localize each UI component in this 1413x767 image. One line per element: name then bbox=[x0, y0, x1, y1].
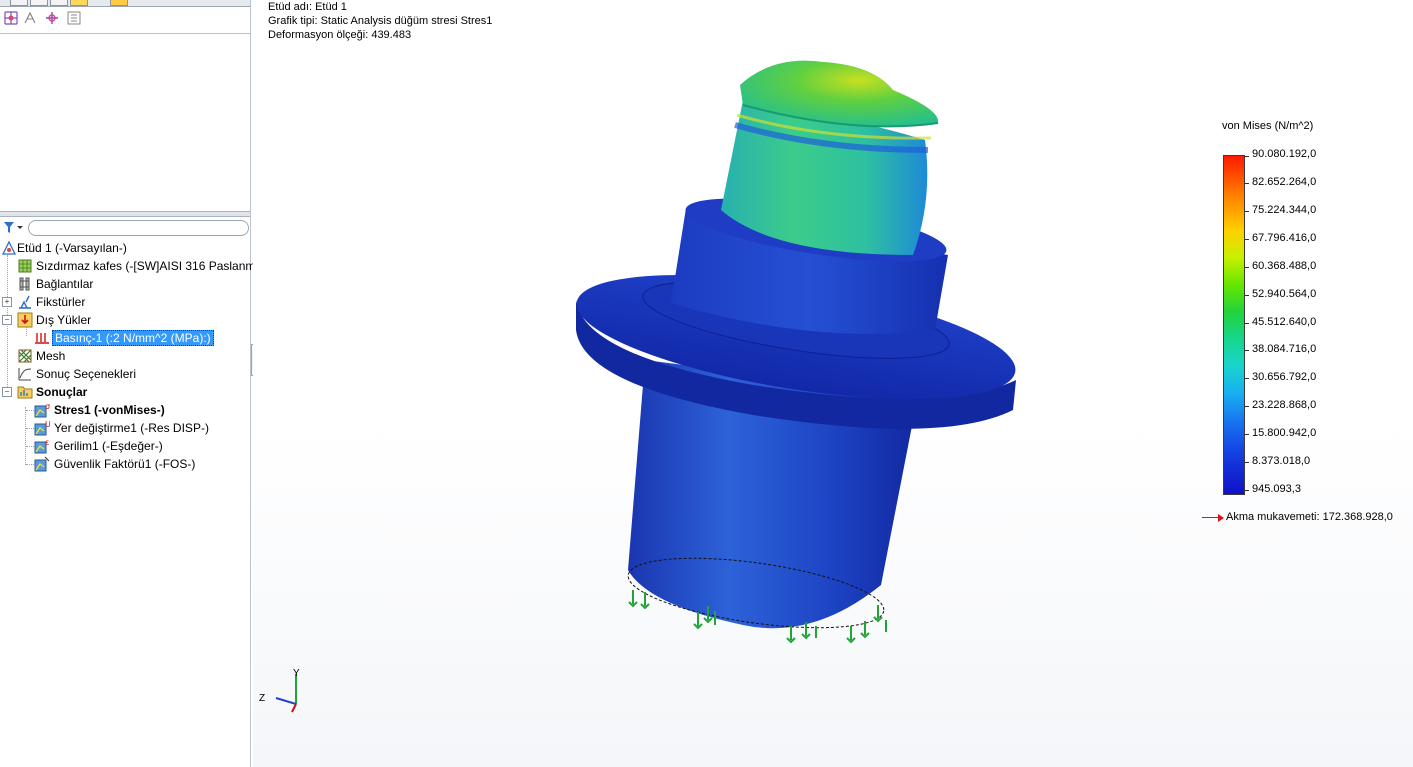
pressure-icon bbox=[35, 333, 49, 344]
svg-text:U: U bbox=[45, 420, 50, 429]
tree-connections-label: Bağlantılar bbox=[36, 277, 94, 291]
tree-line bbox=[26, 446, 34, 447]
legend-tick bbox=[1245, 490, 1249, 491]
triad-y-label: Y bbox=[293, 668, 300, 679]
report-icon[interactable] bbox=[66, 10, 82, 26]
legend-tick bbox=[1245, 406, 1249, 408]
appearance-tab[interactable] bbox=[110, 0, 128, 6]
legend-label: 38.084.716,0 bbox=[1252, 343, 1317, 356]
config-manager-tab[interactable] bbox=[50, 0, 68, 6]
tree-result-options-label: Sonuç Seçenekleri bbox=[36, 367, 137, 381]
tree-fos-label: Güvenlik Faktörü1 (-FOS-) bbox=[54, 457, 196, 471]
fixtures-icon bbox=[19, 295, 31, 309]
stress-plot-icon: σ bbox=[34, 402, 50, 418]
legend-tick bbox=[1245, 210, 1249, 212]
study-icon bbox=[1, 240, 17, 255]
tree-displacement-label: Yer değiştirme1 (-Res DISP-) bbox=[54, 421, 209, 435]
tree-loads-label: Dış Yükler bbox=[36, 313, 92, 327]
tree-line bbox=[25, 407, 26, 465]
tree-mesh-label: Mesh bbox=[36, 349, 66, 363]
displacement-plot-icon: U bbox=[34, 420, 50, 436]
tree-strain-label: Gerilim1 (-Eşdeğer-) bbox=[54, 439, 163, 453]
tree-part-label: Sızdırmaz kafes (-[SW]AISI 316 Paslanmaz bbox=[36, 259, 269, 273]
tree-root[interactable]: Etüd 1 (-Varsayılan-) bbox=[0, 239, 250, 257]
filter-bar bbox=[0, 219, 250, 237]
legend-tick bbox=[1245, 378, 1249, 380]
tree-line bbox=[26, 410, 34, 411]
legend-tick bbox=[1245, 266, 1249, 268]
hide-show-icon[interactable] bbox=[22, 10, 38, 26]
feature-manager-panel: Etüd 1 (-Varsayılan-) Sızdırmaz kafes (-… bbox=[0, 0, 268, 767]
legend-tick bbox=[1245, 322, 1249, 324]
part-icon bbox=[18, 259, 32, 273]
fos-plot-icon bbox=[34, 456, 50, 472]
mesh-icon bbox=[18, 349, 32, 363]
triad-z-label: Z bbox=[259, 693, 265, 704]
external-loads-icon bbox=[17, 312, 33, 328]
legend-color-bar bbox=[1223, 155, 1245, 495]
legend-label: 15.800.942,0 bbox=[1252, 427, 1317, 440]
legend-label: 8.373.018,0 bbox=[1252, 455, 1311, 468]
result-options-icon bbox=[18, 368, 32, 381]
property-manager-tab[interactable] bbox=[30, 0, 48, 6]
strain-plot-icon: ε bbox=[34, 438, 49, 454]
legend-tick bbox=[1245, 294, 1249, 296]
tree-fixtures-label: Fikstürler bbox=[36, 295, 86, 309]
panel-splitter[interactable] bbox=[0, 211, 250, 217]
legend-label: 75.224.344,0 bbox=[1252, 203, 1317, 216]
probe-icon[interactable] bbox=[44, 10, 60, 26]
legend-title: von Mises (N/m^2) bbox=[1222, 120, 1314, 132]
tree-stress-label: Stres1 (-vonMises-) bbox=[54, 403, 165, 417]
tree-results-label: Sonuçlar bbox=[36, 385, 88, 399]
connections-icon bbox=[19, 277, 30, 291]
legend-label: 82.652.264,0 bbox=[1252, 175, 1317, 188]
panel-divider bbox=[0, 33, 250, 34]
yield-arrowhead-icon bbox=[1218, 514, 1224, 522]
triad-axes bbox=[275, 674, 297, 713]
panel-toolbar bbox=[0, 8, 250, 28]
tree-line bbox=[26, 464, 34, 465]
legend-label: 45.512.640,0 bbox=[1252, 315, 1317, 328]
expand-fixtures-icon[interactable]: + bbox=[2, 297, 12, 307]
mesh-filter-icon[interactable] bbox=[3, 10, 19, 26]
tree-item-part[interactable]: Sızdırmaz kafes (-[SW]AISI 316 Paslanmaz bbox=[0, 257, 268, 275]
svg-text:σ: σ bbox=[45, 402, 50, 411]
simulation-tab[interactable] bbox=[70, 0, 88, 6]
legend-tick bbox=[1245, 434, 1249, 436]
feature-tree-tab[interactable] bbox=[10, 0, 28, 6]
legend-label: 60.368.488,0 bbox=[1252, 259, 1317, 272]
collapse-loads-icon[interactable]: − bbox=[2, 315, 12, 325]
filter-input[interactable] bbox=[28, 220, 249, 236]
legend-label: 52.940.564,0 bbox=[1252, 287, 1317, 300]
legend-tick bbox=[1245, 238, 1249, 240]
legend-label: 945.093,3 bbox=[1252, 483, 1301, 495]
tree-pressure-label: Basınç-1 (:2 N/mm^2 (MPa):) bbox=[52, 330, 214, 346]
legend-label: 23.228.868,0 bbox=[1252, 399, 1317, 412]
results-folder-icon bbox=[17, 386, 33, 399]
tree-line bbox=[26, 428, 34, 429]
svg-text:ε: ε bbox=[45, 438, 49, 447]
legend-tick bbox=[1245, 350, 1249, 352]
panel-tabs bbox=[0, 0, 250, 7]
legend-tick bbox=[1245, 462, 1249, 464]
filter-icon[interactable] bbox=[3, 221, 25, 235]
legend-label: 67.796.416,0 bbox=[1252, 231, 1317, 244]
legend-tick bbox=[1245, 156, 1249, 157]
yield-strength-text: Akma mukavemeti: 172.368.928,0 bbox=[1226, 511, 1393, 523]
collapse-results-icon[interactable]: − bbox=[2, 387, 12, 397]
legend-tick bbox=[1245, 182, 1249, 184]
tree-root-label: Etüd 1 (-Varsayılan-) bbox=[17, 241, 127, 255]
legend-label: 90.080.192,0 bbox=[1252, 148, 1317, 160]
legend-label: 30.656.792,0 bbox=[1252, 371, 1317, 384]
